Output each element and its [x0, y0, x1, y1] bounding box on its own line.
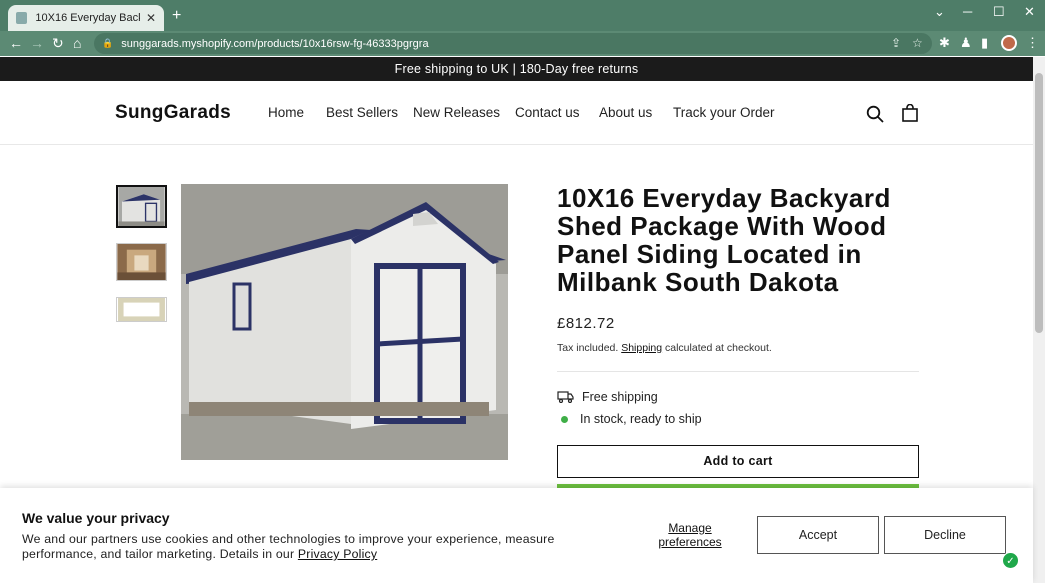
product-thumbnail-2[interactable]: [116, 243, 167, 281]
stock-status-text: In stock, ready to ship: [580, 412, 702, 426]
maximize-icon[interactable]: ☐: [993, 4, 1005, 20]
browser-tab[interactable]: 10X16 Everyday Backyard Shed P ✕: [8, 5, 164, 31]
browser-tab-strip: 10X16 Everyday Backyard Shed P ✕ + ⌄ ─ ☐…: [0, 0, 1045, 31]
privacy-text: We and our partners use cookies and othe…: [22, 532, 592, 562]
in-stock-dot-icon: [561, 415, 568, 423]
menu-icon[interactable]: ⋮: [1026, 35, 1039, 51]
lock-icon: 🔒: [102, 38, 114, 48]
close-window-icon[interactable]: ✕: [1024, 4, 1035, 20]
truck-icon: [557, 391, 574, 403]
free-shipping-text: Free shipping: [582, 390, 658, 404]
decline-button[interactable]: Decline: [884, 516, 1006, 554]
privacy-policy-link[interactable]: Privacy Policy: [298, 547, 377, 561]
extensions-icon[interactable]: ✱: [939, 35, 950, 51]
manage-preferences-link[interactable]: Manage preferences: [652, 521, 728, 549]
sidepanel-icon[interactable]: ▮: [981, 35, 988, 51]
browser-toolbar: ← → ↻ ⌂ 🔒 sunggarads.myshopify.com/produ…: [0, 31, 1045, 56]
reload-icon[interactable]: ↻: [52, 35, 64, 52]
announcement-bar: Free shipping to UK | 180-Day free retur…: [0, 57, 1033, 81]
product-title: 10X16 Everyday Backyard Shed Package Wit…: [557, 183, 891, 297]
site-header: SungGarads Home Best Sellers New Release…: [0, 81, 1033, 145]
free-shipping-row: Free shipping: [557, 390, 658, 404]
privacy-title: We value your privacy: [22, 510, 170, 526]
privacy-body: We and our partners use cookies and othe…: [22, 532, 555, 561]
tax-suffix: calculated at checkout.: [662, 342, 772, 354]
tab-title: 10X16 Everyday Backyard Shed P: [35, 12, 140, 24]
site-logo[interactable]: SungGarads: [115, 102, 231, 124]
shipping-link[interactable]: Shipping: [621, 342, 662, 354]
tab-search-icon[interactable]: ⌄: [934, 4, 945, 20]
divider: [557, 371, 919, 372]
tax-prefix: Tax included.: [557, 342, 622, 354]
back-icon[interactable]: ←: [9, 35, 23, 51]
minimize-icon[interactable]: ─: [963, 4, 972, 19]
tax-note: Tax included. Shipping calculated at che…: [557, 342, 772, 354]
search-icon[interactable]: [866, 105, 884, 123]
product-thumbnail-3[interactable]: [116, 297, 167, 322]
url-text: sunggarads.myshopify.com/products/10x16r…: [121, 37, 429, 50]
new-tab-icon[interactable]: +: [172, 7, 181, 25]
address-bar[interactable]: 🔒 sunggarads.myshopify.com/products/10x1…: [94, 33, 932, 54]
extension-icon[interactable]: ♟: [960, 35, 972, 51]
nav-about-us[interactable]: About us: [599, 105, 652, 120]
accept-button[interactable]: Accept: [757, 516, 879, 554]
cart-bag-icon[interactable]: [902, 104, 918, 122]
privacy-banner: We value your privacy We and our partner…: [0, 488, 1033, 583]
scrollbar[interactable]: [1033, 57, 1045, 583]
home-icon[interactable]: ⌂: [73, 35, 81, 51]
product-price: £812.72: [557, 315, 615, 332]
nav-contact-us[interactable]: Contact us: [515, 105, 580, 120]
bookmark-star-icon[interactable]: ☆: [912, 36, 923, 50]
forward-icon[interactable]: →: [30, 35, 44, 51]
close-tab-icon[interactable]: ✕: [146, 11, 156, 25]
nav-track-order[interactable]: Track your Order: [673, 105, 775, 120]
profile-avatar[interactable]: [1001, 35, 1017, 51]
nav-best-sellers[interactable]: Best Sellers: [326, 105, 398, 120]
nav-new-releases[interactable]: New Releases: [413, 105, 500, 120]
share-icon[interactable]: ⇪: [891, 36, 901, 50]
add-to-cart-button[interactable]: Add to cart: [557, 445, 919, 478]
nav-home[interactable]: Home: [268, 105, 304, 120]
product-main-image[interactable]: [181, 184, 508, 460]
shield-check-icon[interactable]: ✓: [1002, 552, 1019, 569]
favicon-icon: [16, 12, 28, 24]
stock-status-row: In stock, ready to ship: [557, 412, 702, 426]
product-thumbnail-1[interactable]: [116, 185, 167, 228]
scrollbar-thumb[interactable]: [1035, 73, 1043, 333]
